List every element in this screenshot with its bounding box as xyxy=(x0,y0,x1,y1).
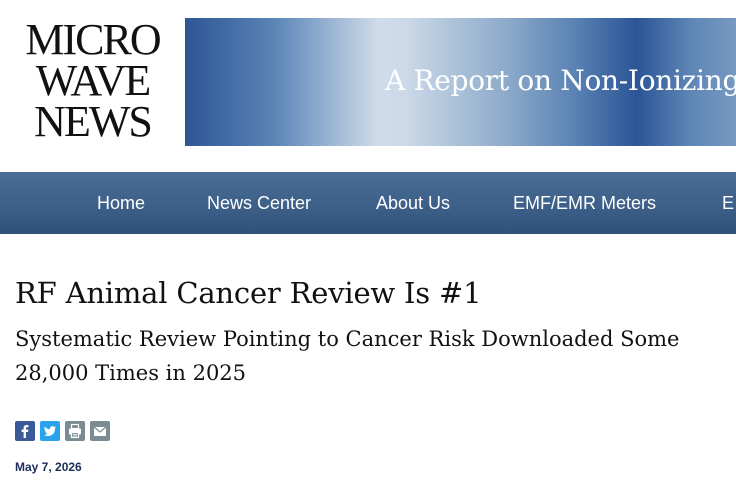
twitter-icon xyxy=(44,426,56,437)
facebook-share-button[interactable] xyxy=(15,421,35,441)
logo-line-wave: WAVE xyxy=(35,56,151,105)
facebook-icon xyxy=(21,425,29,438)
site-logo[interactable]: MICRO WAVE NEWS xyxy=(15,15,170,146)
article-date: May 7, 2026 xyxy=(15,460,82,474)
print-icon xyxy=(69,423,81,439)
logo-line-news: NEWS xyxy=(34,97,153,146)
site-header: MICRO WAVE NEWS A Report on Non-Ionizing… xyxy=(0,0,736,172)
nav-item-truncated[interactable]: E xyxy=(722,172,734,234)
article-title: RF Animal Cancer Review Is #1 xyxy=(15,276,482,310)
email-share-button[interactable] xyxy=(90,421,110,441)
logo-line-micro: MICRO xyxy=(25,15,161,64)
nav-item-news-center[interactable]: News Center xyxy=(207,172,311,234)
email-icon xyxy=(93,426,107,436)
header-banner: A Report on Non-Ionizing Radiation xyxy=(185,18,736,146)
site-tagline: A Report on Non-Ionizing Radiation xyxy=(385,64,736,97)
nav-item-about-us[interactable]: About Us xyxy=(376,172,450,234)
article-subtitle: Systematic Review Pointing to Cancer Ris… xyxy=(15,327,680,385)
nav-item-emf-emr-meters[interactable]: EMF/EMR Meters xyxy=(513,172,656,234)
main-nav: Home News Center About Us EMF/EMR Meters… xyxy=(0,172,736,234)
twitter-share-button[interactable] xyxy=(40,421,60,441)
nav-item-home[interactable]: Home xyxy=(97,172,145,234)
print-button[interactable] xyxy=(65,421,85,441)
